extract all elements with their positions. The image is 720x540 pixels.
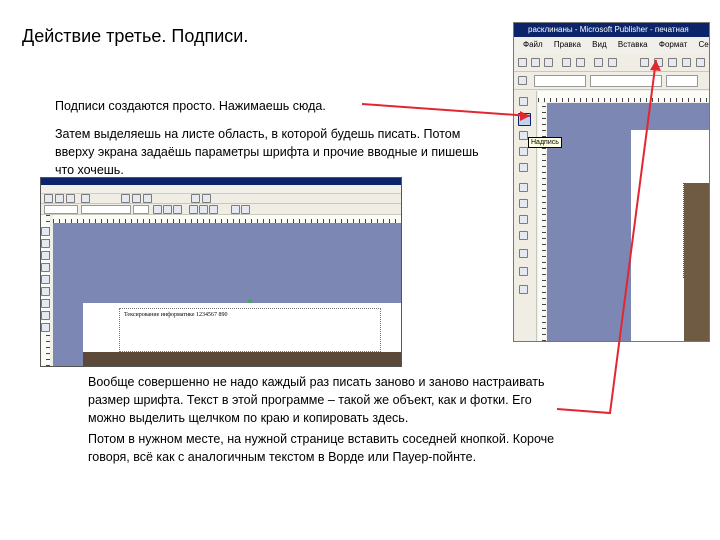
arrow-copy-button	[556, 59, 657, 415]
arrow-copy-button-head	[650, 60, 661, 71]
arrow-textbox-tool-head	[520, 111, 530, 121]
pointer-arrows	[361, 59, 661, 415]
arrow-textbox-tool	[361, 103, 531, 117]
